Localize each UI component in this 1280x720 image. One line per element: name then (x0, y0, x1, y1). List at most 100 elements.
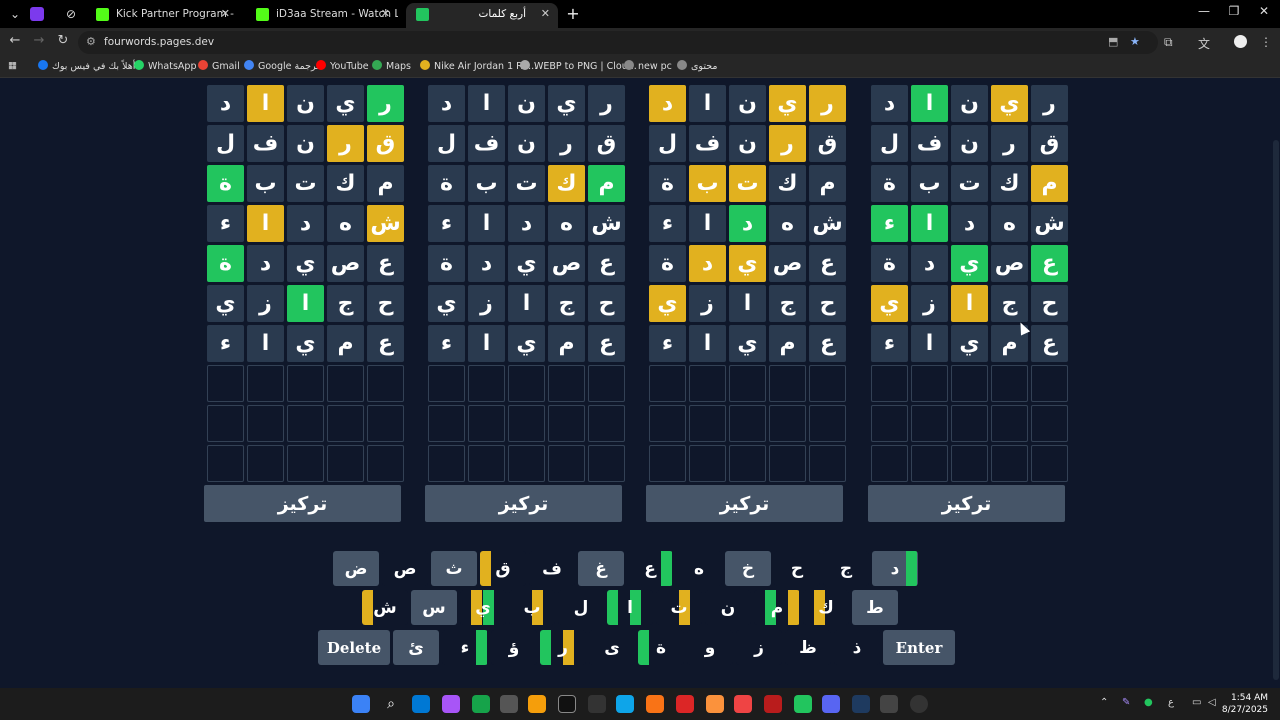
capcut-icon[interactable] (558, 695, 576, 713)
minimize-button[interactable]: — (1194, 4, 1214, 18)
keyboard-key[interactable]: ط (852, 590, 898, 625)
keyboard-key[interactable]: خ (725, 551, 771, 586)
xbox-icon[interactable] (472, 695, 490, 713)
keyboard-key[interactable]: س (411, 590, 457, 625)
tray-mic-icon[interactable]: ● (1144, 697, 1153, 708)
forward-button[interactable]: → (30, 33, 48, 48)
focus-button[interactable]: تركيز (204, 485, 401, 522)
keyboard-key[interactable]: ص (382, 551, 428, 586)
keyboard-key[interactable]: ج (823, 551, 869, 586)
bookmark-item[interactable]: Gmail (198, 60, 240, 72)
keyboard-key[interactable]: ك (803, 590, 849, 625)
tab-close-icon[interactable]: ✕ (221, 3, 230, 25)
focus-button[interactable]: تركيز (646, 485, 843, 522)
discord-icon[interactable] (822, 695, 840, 713)
firefox-icon[interactable] (646, 695, 664, 713)
language-indicator[interactable]: ع (1168, 697, 1174, 708)
clock[interactable]: 1:54 AM 8/27/2025 (1222, 692, 1268, 716)
chrome-icon[interactable] (794, 695, 812, 713)
bookmark-item[interactable]: محتوى (677, 60, 717, 72)
bookmark-item[interactable]: Google ترجمة (244, 60, 319, 72)
extensions-icon[interactable]: ⧉ (1164, 35, 1173, 50)
keyboard-key[interactable]: ظ (785, 630, 831, 665)
ccleaner-icon[interactable] (588, 695, 606, 713)
bookmark-item[interactable]: new pc (624, 60, 672, 72)
focus-button[interactable]: تركيز (425, 485, 622, 522)
edge-icon[interactable] (616, 695, 634, 713)
bookmark-item[interactable]: WhatsApp (134, 60, 196, 72)
keyboard-key[interactable]: ي (460, 590, 506, 625)
app-icon-2[interactable] (910, 695, 928, 713)
file-explorer-icon[interactable] (528, 695, 546, 713)
bookmark-item[interactable]: أهلاً بك في فيس بوك (38, 60, 135, 72)
twitch-pinned-icon[interactable] (30, 7, 44, 21)
bookmark-star-icon[interactable]: ★ (1130, 35, 1140, 48)
url-text[interactable]: fourwords.pages.dev (104, 36, 214, 48)
new-tab-button[interactable]: + (566, 4, 580, 23)
bookmark-item[interactable]: YouTube (316, 60, 369, 72)
bookmark-item[interactable]: WEBP to PNG | Clou... (520, 60, 637, 72)
keyboard-key[interactable]: ن (705, 590, 751, 625)
vivaldi-icon[interactable] (676, 695, 694, 713)
omnibox[interactable]: ⚙ fourwords.pages.dev ⬒ ★ (78, 31, 1158, 54)
reload-button[interactable]: ↻ (54, 33, 72, 48)
mute-icon[interactable]: ⊘ (60, 4, 82, 24)
opera-icon[interactable] (734, 695, 752, 713)
enter-key[interactable]: Enter (883, 630, 955, 665)
keyboard-key[interactable]: ؤ (491, 630, 537, 665)
keyboard-key[interactable]: ئ (393, 630, 439, 665)
keyboard-key[interactable]: ل (558, 590, 604, 625)
volume-icon[interactable]: ◁ (1208, 697, 1216, 708)
site-info-icon[interactable]: ⚙ (86, 35, 96, 48)
keyboard-key[interactable]: ت (656, 590, 702, 625)
apps-grid-icon[interactable]: ▦ (8, 60, 17, 71)
profile-avatar[interactable] (1234, 35, 1247, 48)
keyboard-key[interactable]: ر (540, 630, 586, 665)
delete-key[interactable]: Delete (318, 630, 390, 665)
translate-icon[interactable]: 文 (1198, 35, 1210, 52)
bookmark-item[interactable]: Maps (372, 60, 411, 72)
focus-button[interactable]: تركيز (868, 485, 1065, 522)
keyboard-key[interactable]: ذ (834, 630, 880, 665)
close-window-button[interactable]: ✕ (1254, 4, 1274, 18)
keyboard-key[interactable]: ة (638, 630, 684, 665)
keyboard-key[interactable]: ء (442, 630, 488, 665)
store-icon[interactable] (500, 695, 518, 713)
brave-icon[interactable] (706, 695, 724, 713)
app-icon[interactable] (880, 695, 898, 713)
keyboard-key[interactable]: ح (774, 551, 820, 586)
browser-tab[interactable]: Kick Partner Program - Kick Da✕ (86, 3, 238, 28)
opera-gx-icon[interactable] (764, 695, 782, 713)
keyboard-key[interactable]: ث (431, 551, 477, 586)
keyboard-key[interactable]: ز (736, 630, 782, 665)
keyboard-key[interactable]: ب (509, 590, 555, 625)
install-icon[interactable]: ⬒ (1108, 35, 1118, 48)
browser-tab[interactable]: أربع كلمات ✕ (406, 3, 558, 28)
restore-button[interactable]: ❐ (1224, 4, 1244, 18)
keyboard-key[interactable]: ى (589, 630, 635, 665)
steam-icon[interactable] (852, 695, 870, 713)
keyboard-key[interactable]: ع (627, 551, 673, 586)
tab-close-icon[interactable]: ✕ (381, 3, 390, 25)
browser-tab[interactable]: iD3aa Stream - Watch Live on K✕ (246, 3, 398, 28)
tab-search-icon[interactable]: ⌄ (4, 4, 26, 24)
keyboard-key[interactable]: د (872, 551, 918, 586)
keyboard-key[interactable]: ق (480, 551, 526, 586)
keyboard-key[interactable]: غ (578, 551, 624, 586)
menu-icon[interactable]: ⋮ (1260, 35, 1272, 49)
outlook-icon[interactable] (412, 695, 430, 713)
keyboard-key[interactable]: ا (607, 590, 653, 625)
network-icon[interactable]: ▭ (1192, 697, 1201, 708)
keyboard-key[interactable]: م (754, 590, 800, 625)
tray-pen-icon[interactable]: ✎ (1122, 697, 1130, 708)
keyboard-key[interactable]: ه (676, 551, 722, 586)
tab-close-icon[interactable]: ✕ (541, 3, 550, 25)
copilot-icon[interactable] (442, 695, 460, 713)
keyboard-key[interactable]: ش (362, 590, 408, 625)
keyboard-key[interactable]: ض (333, 551, 379, 586)
page-scrollbar[interactable] (1272, 78, 1280, 688)
keyboard-key[interactable]: ف (529, 551, 575, 586)
back-button[interactable]: ← (6, 33, 24, 48)
start-icon[interactable] (352, 695, 370, 713)
search-icon[interactable]: ⌕ (382, 695, 400, 713)
